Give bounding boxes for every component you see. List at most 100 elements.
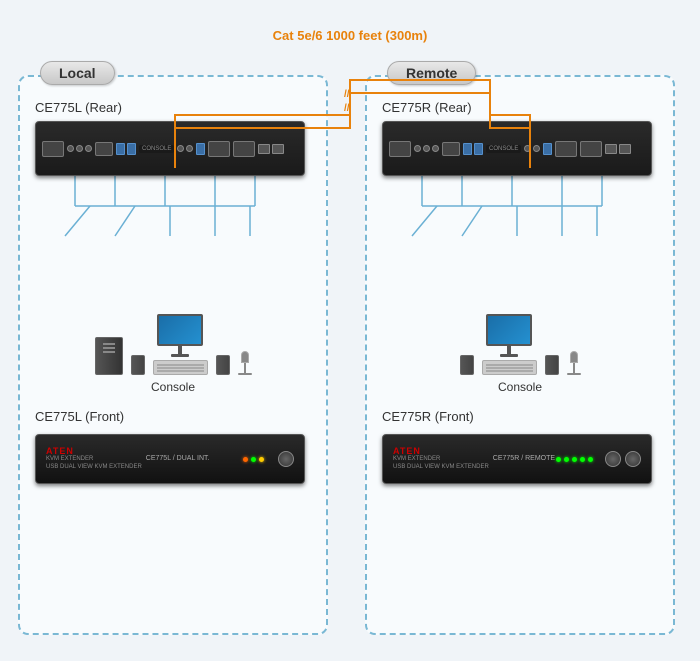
remote-audio-port-2 bbox=[423, 145, 430, 152]
audio-port-5 bbox=[186, 145, 193, 152]
remote-kvm-model-text: KVM EXTENDERUSB DUAL VIEW KVM EXTENDER bbox=[393, 456, 489, 472]
remote-speaker-left bbox=[460, 355, 474, 375]
remote-console-items bbox=[460, 314, 581, 375]
local-connection-lines bbox=[35, 176, 305, 296]
remote-panel: Remote CE775R (Rear) CONSOLE bbox=[365, 75, 675, 635]
remote-rj45-ports bbox=[605, 144, 631, 154]
remote-connection-lines bbox=[382, 176, 652, 296]
audio-port-3 bbox=[85, 145, 92, 152]
remote-microphone bbox=[567, 351, 581, 375]
remote-rj45-port-1 bbox=[605, 144, 617, 154]
local-rear-unit: CONSOLE bbox=[35, 121, 305, 176]
local-front-indicators bbox=[243, 457, 264, 462]
local-panel: Local CE775L (Rear) CONSOLE bbox=[18, 75, 328, 635]
usb-port-2 bbox=[127, 143, 136, 155]
local-led-1 bbox=[243, 457, 248, 462]
local-badge: Local bbox=[40, 61, 115, 85]
rj45-port-1 bbox=[258, 144, 270, 154]
local-mic-base bbox=[238, 373, 252, 375]
remote-usb-ports-2 bbox=[543, 143, 552, 155]
rj45-port-2 bbox=[272, 144, 284, 154]
remote-led-5 bbox=[588, 457, 593, 462]
vga-port-3 bbox=[233, 141, 255, 157]
local-led-2 bbox=[251, 457, 256, 462]
remote-mic-stand bbox=[573, 363, 575, 373]
remote-monitor-group bbox=[482, 314, 537, 375]
remote-led-4 bbox=[580, 457, 585, 462]
remote-led-1 bbox=[556, 457, 561, 462]
local-speaker-left bbox=[131, 355, 145, 375]
audio-port-2 bbox=[76, 145, 83, 152]
local-keyboard bbox=[153, 360, 208, 375]
remote-front-button-1[interactable] bbox=[605, 451, 621, 467]
audio-port-1 bbox=[67, 145, 74, 152]
usb-port-1 bbox=[116, 143, 125, 155]
remote-usb-port-2 bbox=[474, 143, 483, 155]
remote-rear-label: CE775R (Rear) bbox=[382, 100, 658, 115]
local-pc-tower bbox=[95, 337, 123, 375]
remote-model-number: CE775R / REMOTE bbox=[493, 454, 556, 463]
remote-keyboard bbox=[482, 360, 537, 375]
vga-port-1 bbox=[42, 141, 64, 157]
remote-front-controls bbox=[556, 451, 641, 467]
local-led-3 bbox=[259, 457, 264, 462]
local-front-label: CE775L (Front) bbox=[35, 409, 311, 424]
local-mic-head bbox=[241, 351, 249, 363]
svg-text://: // bbox=[344, 103, 350, 114]
audio-port-4 bbox=[177, 145, 184, 152]
remote-aten-logo: ATEN bbox=[393, 446, 421, 456]
remote-monitor-screen bbox=[486, 314, 532, 346]
remote-monitor bbox=[486, 314, 532, 357]
usb-ports-group-2 bbox=[196, 143, 205, 155]
remote-usb-port-3 bbox=[543, 143, 552, 155]
remote-vga-port-3 bbox=[580, 141, 602, 157]
remote-console-area: Console bbox=[382, 306, 658, 394]
local-front-unit: ATEN KVM EXTENDERUSB DUAL VIEW KVM EXTEN… bbox=[35, 434, 305, 484]
remote-audio-ports-2 bbox=[524, 145, 540, 152]
svg-text://: // bbox=[344, 89, 350, 100]
remote-usb-port-1 bbox=[463, 143, 472, 155]
usb-ports-group bbox=[116, 143, 136, 155]
remote-usb-ports bbox=[463, 143, 483, 155]
vga-port-2 bbox=[208, 141, 230, 157]
audio-ports bbox=[67, 145, 92, 152]
usb-port-3 bbox=[196, 143, 205, 155]
local-monitor-stand bbox=[178, 346, 182, 354]
cat-cable-label: Cat 5e/6 1000 feet (300m) bbox=[273, 28, 428, 43]
remote-console-label: Console bbox=[498, 380, 542, 394]
remote-mic-base bbox=[567, 373, 581, 375]
local-speaker-right bbox=[216, 355, 230, 375]
rj45-ports bbox=[258, 144, 284, 154]
remote-badge: Remote bbox=[387, 61, 476, 85]
remote-mic-head bbox=[570, 351, 578, 363]
remote-front-unit: ATEN KVM EXTENDERUSB DUAL VIEW KVM EXTEN… bbox=[382, 434, 652, 484]
remote-audio-port-1 bbox=[414, 145, 421, 152]
serial-port bbox=[95, 142, 113, 156]
remote-front-indicators bbox=[556, 457, 593, 462]
local-monitor-group bbox=[153, 314, 208, 375]
local-monitor-base bbox=[171, 354, 189, 357]
local-model-number: CE775L / DUAL INT. bbox=[146, 454, 220, 463]
remote-audio-port-4 bbox=[524, 145, 531, 152]
local-kvm-model-text: KVM EXTENDERUSB DUAL VIEW KVM EXTENDER bbox=[46, 456, 142, 472]
local-aten-logo: ATEN bbox=[46, 446, 74, 456]
audio-ports-2 bbox=[177, 145, 193, 152]
remote-vga-port-2 bbox=[555, 141, 577, 157]
remote-front-button-2[interactable] bbox=[625, 451, 641, 467]
remote-rj45-port-2 bbox=[619, 144, 631, 154]
local-front-button[interactable] bbox=[278, 451, 294, 467]
local-console-label: Console bbox=[151, 380, 195, 394]
console-label-strip: CONSOLE bbox=[139, 145, 174, 153]
local-mic-stand bbox=[244, 363, 246, 373]
remote-front-label: CE775R (Front) bbox=[382, 409, 658, 424]
local-console-area: Console bbox=[35, 306, 311, 394]
remote-speaker-right bbox=[545, 355, 559, 375]
remote-audio-ports bbox=[414, 145, 439, 152]
remote-led-3 bbox=[572, 457, 577, 462]
remote-console-label-strip: CONSOLE bbox=[486, 145, 521, 153]
local-monitor bbox=[157, 314, 203, 357]
remote-led-2 bbox=[564, 457, 569, 462]
remote-audio-port-3 bbox=[432, 145, 439, 152]
local-rear-label: CE775L (Rear) bbox=[35, 100, 311, 115]
remote-monitor-base bbox=[500, 354, 518, 357]
